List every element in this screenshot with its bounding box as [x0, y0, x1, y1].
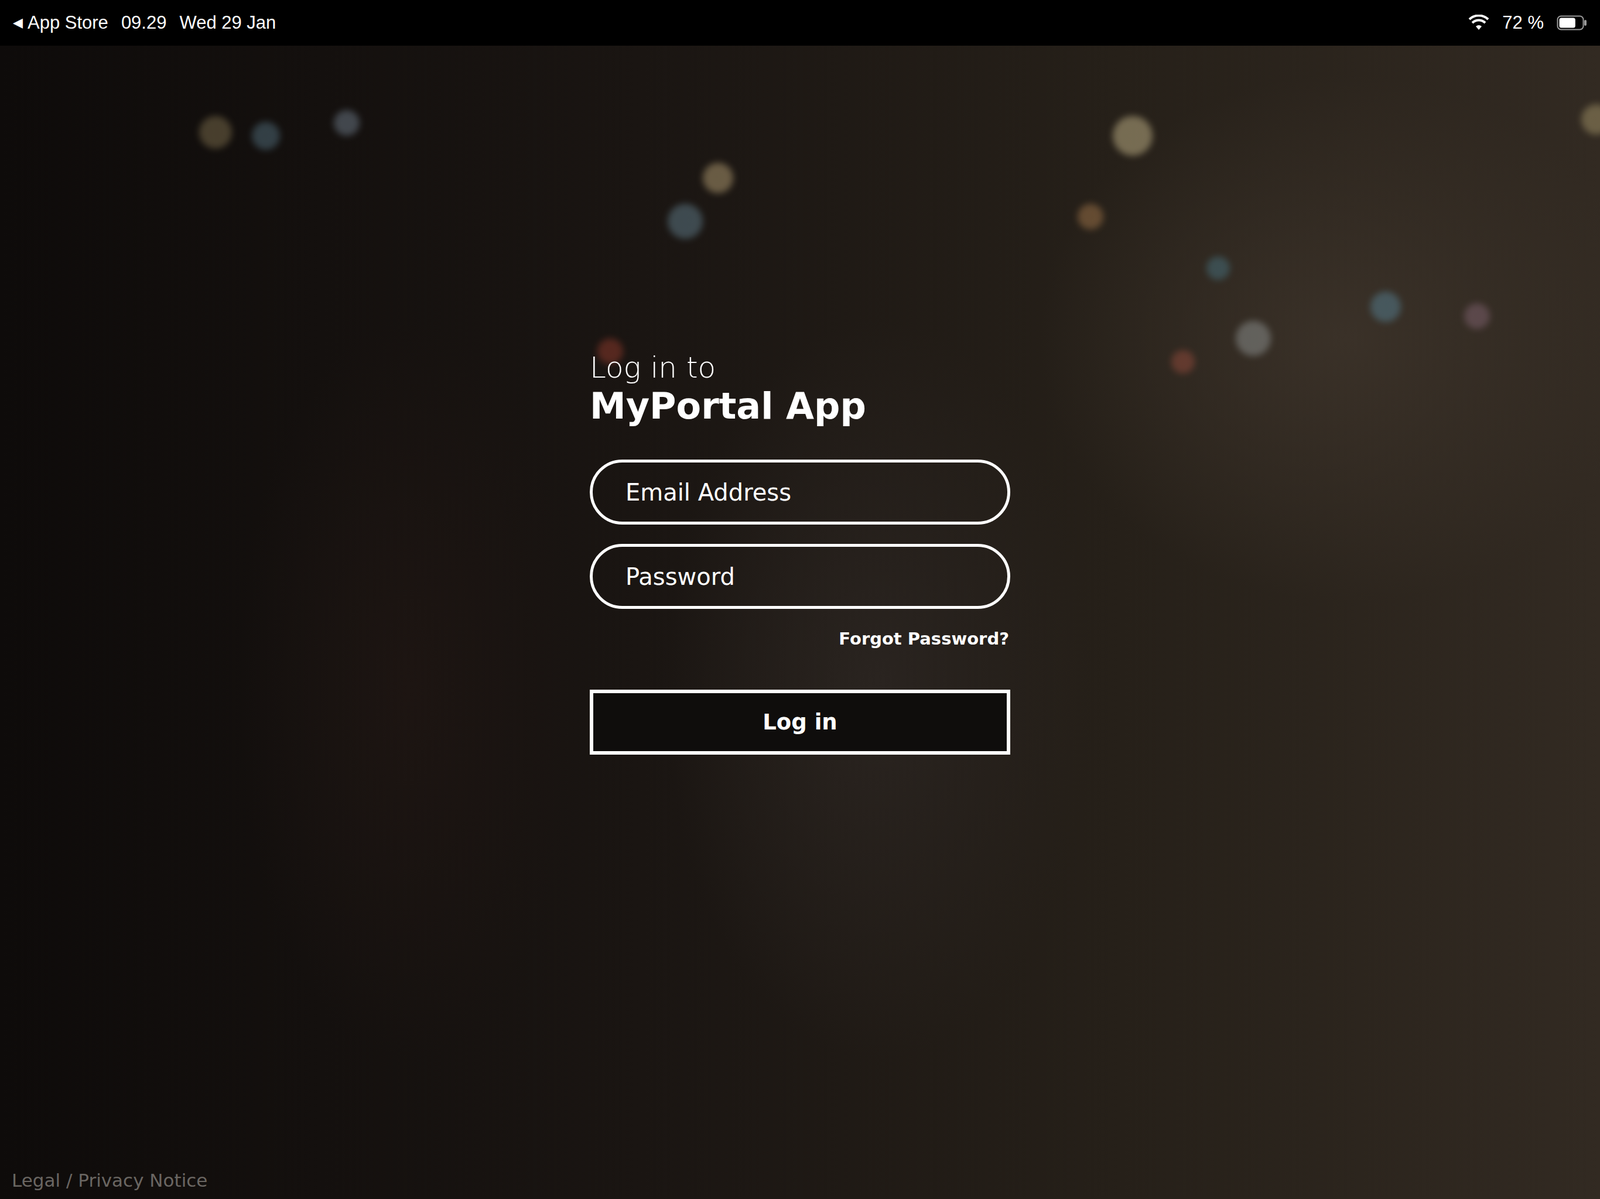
- bokeh-dot: [702, 162, 734, 194]
- clock: 09.29: [121, 12, 167, 34]
- battery-fill: [1559, 18, 1576, 29]
- email-field[interactable]: [589, 459, 1011, 525]
- login-form: Log in toMyPortal App Forgot Password? Log…: [589, 350, 1011, 755]
- bokeh-dot: [1206, 256, 1230, 280]
- bokeh-dot: [1581, 104, 1600, 135]
- bokeh-dot: [333, 110, 360, 136]
- back-app-label[interactable]: App Store: [27, 12, 109, 34]
- bokeh-dot: [1112, 115, 1153, 156]
- login-button[interactable]: Log in: [589, 689, 1011, 755]
- bokeh-dot: [1370, 291, 1401, 323]
- login-heading: Log in to: [589, 350, 1011, 386]
- bokeh-dot: [1171, 350, 1195, 374]
- battery-icon: [1556, 15, 1588, 31]
- battery-percent: 72 %: [1502, 12, 1544, 34]
- bokeh-dot: [1464, 303, 1490, 330]
- background-photo: Log in toMyPortal App Forgot Password? Log…: [0, 45, 1600, 1199]
- password-field[interactable]: [589, 544, 1011, 610]
- bokeh-dot: [251, 121, 280, 150]
- legal-privacy-link[interactable]: Legal / Privacy Notice: [11, 1170, 208, 1192]
- forgot-password-link[interactable]: Forgot Password?: [837, 626, 1011, 652]
- status-bar: ◀App Store 09.29 Wed 29 Jan 72 %: [0, 0, 1600, 46]
- wifi-icon: [1468, 14, 1490, 32]
- bokeh-dot: [199, 115, 232, 149]
- bokeh-lights: [0, 45, 1600, 1199]
- status-right: 72 %: [1468, 12, 1588, 34]
- app-name: MyPortal App: [589, 385, 1011, 427]
- back-arrow-icon[interactable]: ◀: [12, 15, 23, 31]
- bokeh-dot: [1235, 320, 1271, 357]
- date: Wed 29 Jan: [179, 12, 276, 34]
- status-left: ◀App Store 09.29 Wed 29 Jan: [12, 12, 276, 34]
- bokeh-dot: [667, 203, 703, 239]
- back-to-app-store[interactable]: ◀App Store: [12, 12, 109, 34]
- bokeh-dot: [1077, 203, 1104, 230]
